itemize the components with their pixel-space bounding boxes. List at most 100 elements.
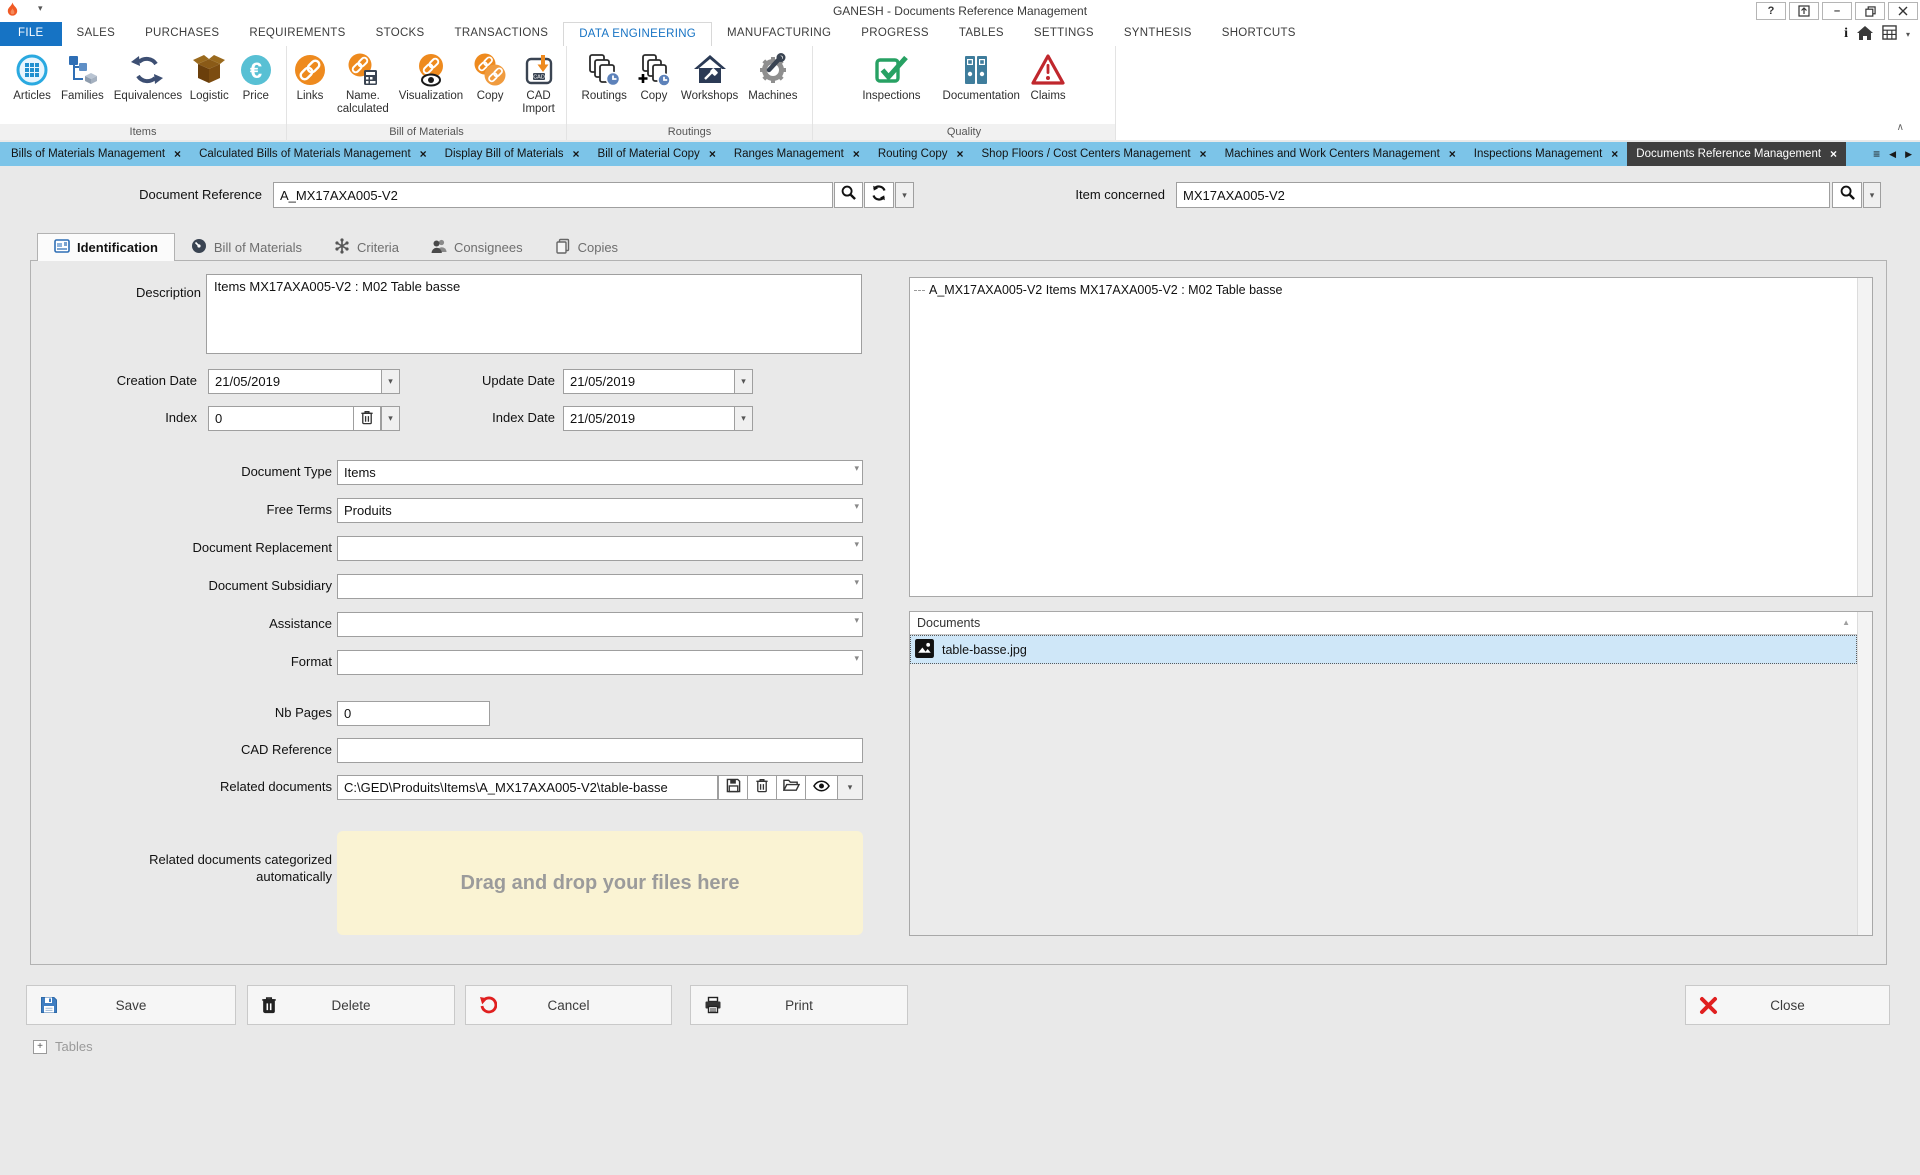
expand-plus-icon[interactable]: +: [33, 1040, 47, 1054]
assistance-select[interactable]: ▾: [337, 612, 863, 637]
close-button[interactable]: Close: [1685, 985, 1890, 1025]
info-icon[interactable]: i: [1844, 26, 1848, 42]
scroll-tabs-right-icon[interactable]: ▶: [1905, 149, 1912, 160]
chevron-down-icon[interactable]: ▾: [381, 369, 400, 394]
update-date-picker[interactable]: 21/05/2019 ▾: [563, 369, 753, 394]
families-button[interactable]: Families: [57, 48, 108, 103]
equivalences-button[interactable]: Equivalences: [110, 48, 184, 103]
grid-tools-icon[interactable]: [1882, 25, 1897, 43]
document-reference-input[interactable]: [273, 182, 833, 208]
creation-date-picker[interactable]: 21/05/2019 ▾: [208, 369, 400, 394]
sort-ascending-icon[interactable]: ▲: [1842, 612, 1850, 634]
workshops-button[interactable]: Workshops: [677, 48, 742, 103]
menu-file[interactable]: FILE: [0, 22, 62, 46]
tree-item[interactable]: A_MX17AXA005-V2 Items MX17AXA005-V2 : M0…: [910, 278, 1872, 297]
nb-pages-input[interactable]: [337, 701, 490, 726]
name-calculated-button[interactable]: Name. calculated: [333, 48, 393, 116]
cad-reference-input[interactable]: [337, 738, 863, 763]
description-textarea[interactable]: Items MX17AXA005-V2 : M02 Table basse: [206, 274, 862, 354]
delete-button[interactable]: Delete: [247, 985, 455, 1025]
menu-progress[interactable]: PROGRESS: [846, 22, 944, 46]
menu-settings[interactable]: SETTINGS: [1019, 22, 1109, 46]
document-reference-search-button[interactable]: [834, 182, 863, 208]
cad-import-button[interactable]: CAD CAD Import: [513, 48, 564, 116]
doc-tab-display-bom[interactable]: Display Bill of Materials×: [436, 142, 589, 166]
tab-close-icon[interactable]: ×: [1611, 147, 1618, 161]
articles-button[interactable]: Articles: [9, 48, 55, 103]
tools-caret-icon[interactable]: ▾: [1906, 30, 1910, 39]
menu-purchases[interactable]: PURCHASES: [130, 22, 234, 46]
related-documents-path[interactable]: C:\GED\Produits\Items\A_MX17AXA005-V2\ta…: [337, 775, 718, 800]
menu-transactions[interactable]: TRANSACTIONS: [440, 22, 564, 46]
tab-list-icon[interactable]: ≡: [1873, 147, 1880, 161]
doc-tab-ranges[interactable]: Ranges Management×: [725, 142, 869, 166]
documents-scrollbar[interactable]: [1857, 612, 1872, 935]
chevron-down-icon[interactable]: ▾: [381, 406, 400, 431]
tab-close-icon[interactable]: ×: [853, 147, 860, 161]
help-button[interactable]: ?: [1756, 2, 1786, 20]
index-field[interactable]: 0 ▾: [208, 406, 400, 431]
chevron-down-icon[interactable]: ▾: [854, 501, 859, 512]
document-row-selected[interactable]: table-basse.jpg: [910, 635, 1857, 664]
item-concerned-input[interactable]: [1176, 182, 1830, 208]
tab-copies[interactable]: Copies: [539, 233, 634, 261]
document-subsidiary-select[interactable]: ▾: [337, 574, 863, 599]
related-doc-dropdown[interactable]: ▾: [837, 775, 863, 800]
menu-manufacturing[interactable]: MANUFACTURING: [712, 22, 846, 46]
copy-bom-button[interactable]: Copy: [469, 48, 511, 103]
copy-routing-button[interactable]: Copy: [633, 48, 675, 103]
logistic-button[interactable]: Logistic: [186, 48, 233, 103]
document-type-select[interactable]: Items ▾: [337, 460, 863, 485]
doc-tab-inspections[interactable]: Inspections Management×: [1465, 142, 1628, 166]
related-doc-save-button[interactable]: [718, 775, 748, 800]
document-replacement-select[interactable]: ▾: [337, 536, 863, 561]
menu-tables[interactable]: TABLES: [944, 22, 1019, 46]
format-select[interactable]: ▾: [337, 650, 863, 675]
item-concerned-dropdown[interactable]: ▾: [1863, 182, 1881, 208]
scroll-tabs-left-icon[interactable]: ◀: [1889, 149, 1896, 160]
tab-consignees[interactable]: Consignees: [415, 233, 539, 261]
tab-identification[interactable]: Identification: [37, 233, 175, 261]
minimize-button[interactable]: –: [1822, 2, 1852, 20]
doc-tab-shop-floors[interactable]: Shop Floors / Cost Centers Management×: [973, 142, 1216, 166]
close-window-button[interactable]: [1888, 2, 1918, 20]
chevron-down-icon[interactable]: ▾: [854, 577, 859, 588]
tab-criteria[interactable]: Criteria: [318, 233, 415, 261]
related-doc-open-button[interactable]: [776, 775, 806, 800]
chevron-down-icon[interactable]: ▾: [854, 463, 859, 474]
file-dropzone[interactable]: Drag and drop your files here: [337, 831, 863, 935]
tab-close-icon[interactable]: ×: [573, 147, 580, 161]
chevron-down-icon[interactable]: ▾: [854, 653, 859, 664]
doc-tab-routing-copy[interactable]: Routing Copy×: [869, 142, 973, 166]
related-doc-preview-button[interactable]: [805, 775, 838, 800]
tree-scrollbar[interactable]: [1857, 278, 1872, 596]
related-doc-delete-button[interactable]: [747, 775, 777, 800]
item-concerned-search-button[interactable]: [1832, 182, 1862, 208]
free-terms-select[interactable]: Produits ▾: [337, 498, 863, 523]
tab-bill-of-materials[interactable]: Bill of Materials: [175, 233, 318, 261]
menu-data-engineering[interactable]: DATA ENGINEERING: [563, 22, 712, 46]
menu-sales[interactable]: SALES: [62, 22, 131, 46]
ribbon-collapse-icon[interactable]: ∧: [1897, 122, 1904, 133]
menu-shortcuts[interactable]: SHORTCUTS: [1207, 22, 1311, 46]
cancel-button[interactable]: Cancel: [465, 985, 672, 1025]
index-clear-button[interactable]: [353, 406, 381, 431]
restore-button[interactable]: [1855, 2, 1885, 20]
document-reference-dropdown[interactable]: ▾: [895, 182, 914, 208]
price-button[interactable]: € Price: [235, 48, 277, 103]
tab-close-icon[interactable]: ×: [1449, 147, 1456, 161]
chevron-down-icon[interactable]: ▾: [734, 369, 753, 394]
visualization-button[interactable]: Visualization: [395, 48, 467, 103]
inspections-button[interactable]: Inspections: [858, 48, 924, 103]
tables-expander[interactable]: + Tables: [33, 1039, 93, 1054]
doc-tab-calculated-bom[interactable]: Calculated Bills of Materials Management…: [190, 142, 436, 166]
tab-close-icon[interactable]: ×: [709, 147, 716, 161]
machines-button[interactable]: Machines: [744, 48, 801, 103]
tab-close-icon[interactable]: ×: [1200, 147, 1207, 161]
index-date-picker[interactable]: 21/05/2019 ▾: [563, 406, 753, 431]
menu-requirements[interactable]: REQUIREMENTS: [234, 22, 360, 46]
print-button[interactable]: Print: [690, 985, 908, 1025]
routings-button[interactable]: Routings: [578, 48, 631, 103]
claims-button[interactable]: Claims: [1027, 48, 1070, 103]
tab-close-icon[interactable]: ×: [1830, 147, 1837, 161]
